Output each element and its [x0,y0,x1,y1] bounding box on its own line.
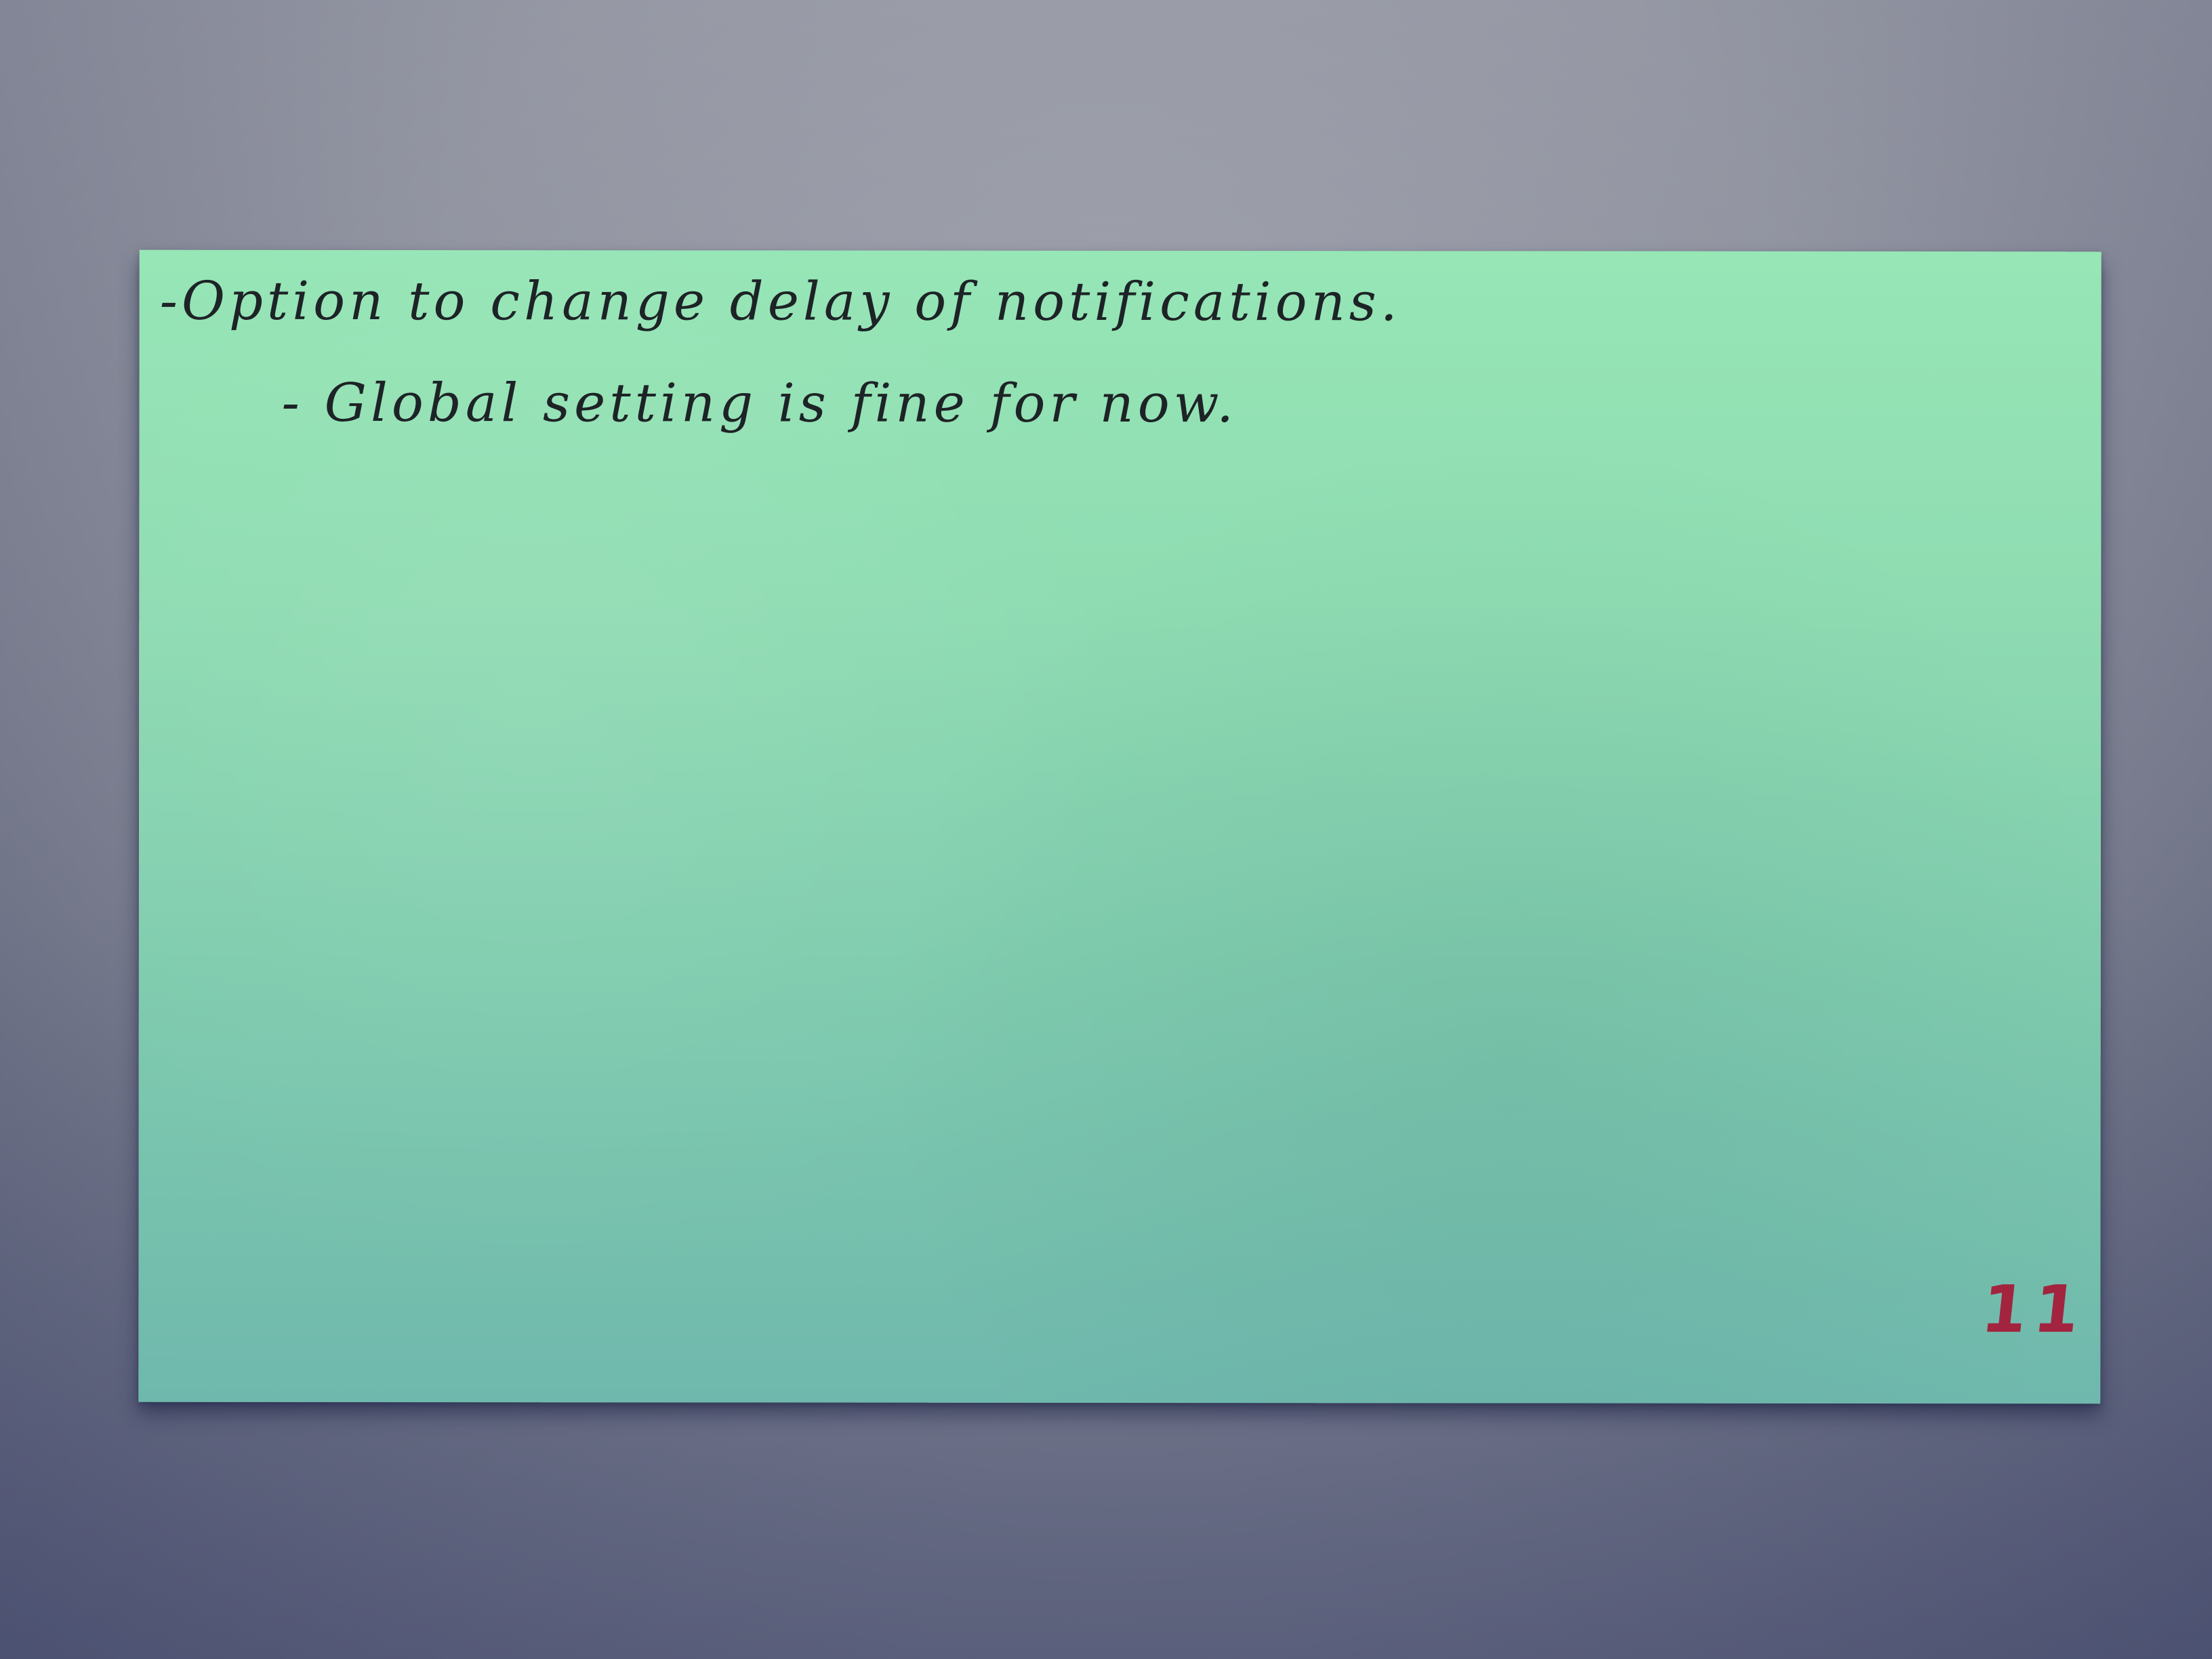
index-card: -Option to change delay of notifications… [138,249,2102,1404]
note-line-option: -Option to change delay of notifications… [159,270,1401,333]
note-line-global-setting: - Global setting is fine for now. [281,372,1238,435]
tally-mark: 11 [1978,1271,2090,1348]
